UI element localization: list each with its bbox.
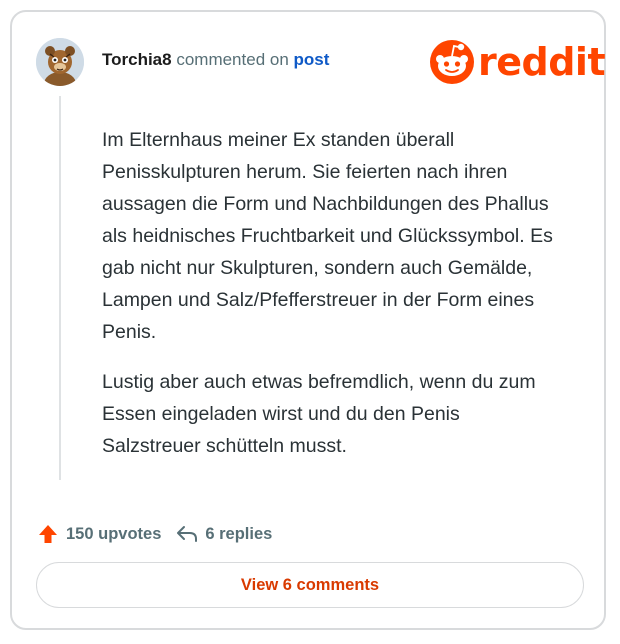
upvote-count: 150 upvotes	[66, 524, 162, 543]
upvote-arrow-icon	[39, 525, 57, 543]
reddit-wordmark: reddit	[478, 40, 606, 84]
action-text: commented on	[176, 50, 289, 69]
reddit-snoo-icon	[430, 40, 474, 84]
avatar[interactable]	[36, 38, 84, 86]
comment-body: Im Elternhaus meiner Ex standen überall …	[102, 124, 562, 480]
comment-paragraph: Im Elternhaus meiner Ex standen überall …	[102, 129, 553, 343]
view-comments-label: View 6 comments	[240, 575, 380, 594]
reddit-logo: reddit	[430, 40, 606, 84]
reply-arrow-icon	[177, 526, 198, 542]
username-link[interactable]: Torchia8	[102, 50, 172, 69]
comment-card: Torchia8 commented on post reddit Im Elt…	[10, 10, 606, 630]
post-link[interactable]: post	[294, 50, 330, 69]
comment-header: Torchia8 commented on post	[102, 50, 329, 70]
comment-paragraph: Lustig aber auch etwas befremdlich, wenn…	[102, 371, 536, 457]
thread-line[interactable]	[59, 96, 61, 480]
comment-footer: 150 upvotes 6 replies	[38, 524, 272, 544]
view-comments-button[interactable]: View 6 comments	[36, 562, 584, 608]
avatar-image-icon	[36, 38, 84, 86]
replies-count: 6 replies	[205, 524, 273, 543]
upvote-button[interactable]: 150 upvotes	[38, 524, 161, 544]
replies-button[interactable]: 6 replies	[175, 524, 272, 544]
